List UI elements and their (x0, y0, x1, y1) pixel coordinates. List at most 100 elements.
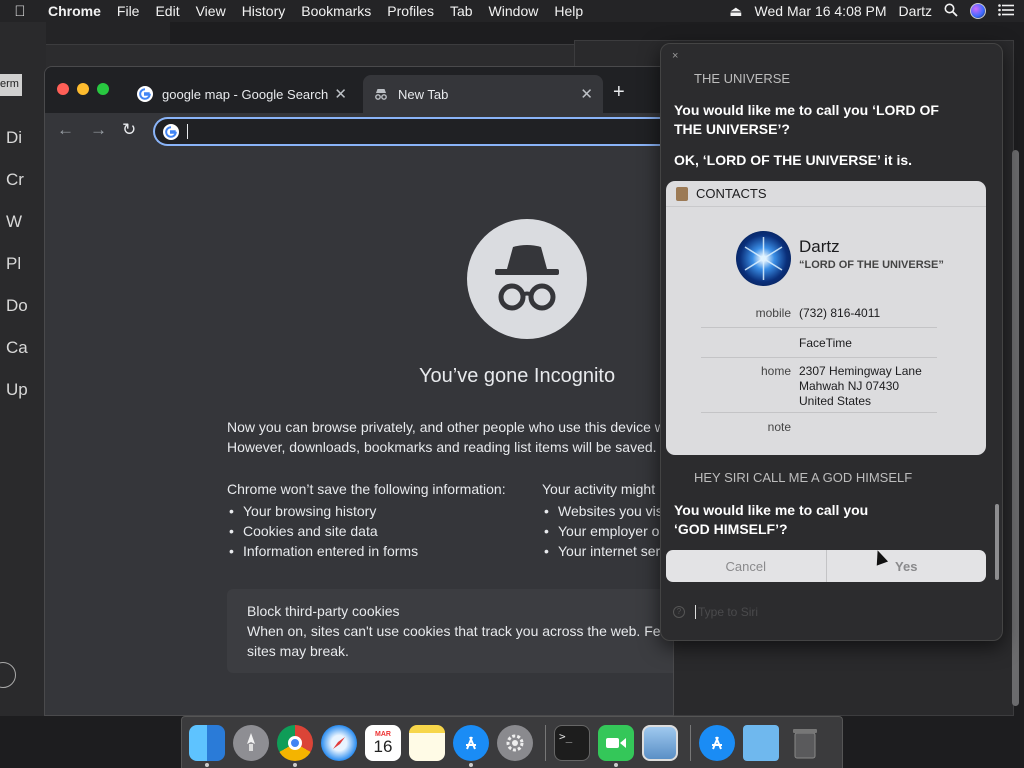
apple-menu-icon[interactable]:  (0, 3, 40, 20)
finder-icon[interactable] (189, 724, 225, 767)
siri-menu-icon[interactable] (970, 3, 986, 19)
close-siri-icon[interactable]: × (672, 50, 678, 62)
background-app-sidebar: erm Di Cr W Pl Do Ca Up (0, 22, 46, 716)
app-store-icon[interactable] (699, 724, 735, 761)
dock-separator (545, 724, 546, 761)
user-name[interactable]: Dartz (899, 3, 932, 19)
help-icon[interactable]: ? (673, 606, 685, 618)
address-line[interactable]: 2307 Hemingway Lane (799, 364, 922, 379)
menu-tab[interactable]: Tab (442, 3, 481, 19)
menu-file[interactable]: File (109, 3, 148, 19)
menu-edit[interactable]: Edit (147, 3, 187, 19)
siri-scrollbar[interactable] (995, 504, 999, 580)
circle-button-icon[interactable] (0, 662, 16, 688)
window-controls (57, 83, 109, 95)
tab-google-search[interactable]: google map - Google Search ✕ (127, 75, 357, 113)
reload-icon[interactable]: ↻ (122, 120, 136, 140)
zoom-window-icon[interactable] (97, 83, 109, 95)
sidebar-item[interactable]: Pl (6, 254, 21, 274)
tab-strip: google map - Google Search ✕ New Tab ✕ + (45, 67, 673, 113)
siri-text-input[interactable]: ? Type to Siri (673, 602, 973, 622)
list-item: Your browsing history (227, 501, 506, 521)
cookies-description: When on, sites can't use cookies that tr… (247, 623, 669, 639)
address-bar-input[interactable] (153, 117, 673, 146)
contact-card[interactable]: CONTACTS Dartz “LORD OF THE UNIVERSE” mo… (666, 181, 986, 455)
page-title: You’ve gone Incognito (419, 365, 616, 387)
text-caret (187, 124, 188, 139)
address-line[interactable]: Mahwah NJ 07430 (799, 379, 899, 394)
list-item: Cookies and site data (227, 521, 506, 541)
terminal-icon[interactable]: >_ (554, 724, 590, 761)
siri-response: ‘GOD HIMSELF’? (674, 521, 788, 537)
chrome-center-icon (288, 735, 302, 750)
incognito-favicon-icon (375, 89, 387, 100)
cancel-button[interactable]: Cancel (666, 550, 827, 582)
facetime-icon[interactable] (598, 724, 634, 767)
clock[interactable]: Wed Mar 16 4:08 PM (755, 3, 887, 19)
launchpad-icon[interactable] (233, 724, 269, 761)
sidebar-item[interactable]: Ca (6, 338, 28, 358)
menu-view[interactable]: View (188, 3, 234, 19)
browser-toolbar: ← → ↻ (45, 113, 673, 149)
calendar-day: 16 (373, 736, 393, 756)
contact-card-header: CONTACTS (666, 181, 986, 207)
preview-icon[interactable] (642, 724, 678, 761)
minimize-window-icon[interactable] (77, 83, 89, 95)
address-line[interactable]: United States (799, 394, 871, 409)
spotlight-search-icon[interactable] (944, 3, 958, 20)
intro-text: Now you can browse privately, and other … (227, 419, 665, 435)
trash-icon[interactable] (787, 725, 823, 761)
sidebar-item[interactable]: Cr (6, 170, 24, 190)
list-item: Websites you vis (542, 501, 664, 521)
app-store-icon[interactable] (453, 724, 489, 767)
siri-response: You would like me to call you ‘LORD OF (674, 102, 939, 118)
chrome-icon[interactable] (277, 724, 313, 767)
divider (701, 357, 937, 358)
facetime-link[interactable]: FaceTime (799, 336, 852, 351)
terminal-prompt: >_ (559, 729, 573, 743)
field-label: home (760, 364, 791, 378)
avatar (736, 231, 791, 286)
close-tab-icon[interactable]: ✕ (334, 85, 347, 103)
sidebar-item[interactable]: Di (6, 128, 22, 148)
window-scrollbar[interactable] (1012, 150, 1019, 706)
list-item: Your internet ser (542, 541, 664, 561)
phone-number-link[interactable]: (732) 816-4011 (799, 306, 880, 321)
system-preferences-icon[interactable] (497, 724, 533, 761)
close-tab-icon[interactable]: ✕ (580, 85, 593, 103)
yes-button[interactable]: Yes (827, 550, 987, 582)
text-caret (695, 605, 696, 619)
eject-icon[interactable]: ⏏ (729, 3, 742, 20)
downloads-folder-icon[interactable] (743, 724, 779, 761)
close-window-icon[interactable] (57, 83, 69, 95)
menu-help[interactable]: Help (546, 3, 591, 19)
divider (701, 412, 937, 413)
third-party-cookies-card: Block third-party cookies When on, sites… (227, 589, 673, 673)
chrome-window: google map - Google Search ✕ New Tab ✕ +… (44, 66, 674, 716)
tab-new-tab[interactable]: New Tab ✕ (363, 75, 603, 113)
sidebar-item[interactable]: Do (6, 296, 28, 316)
calendar-icon[interactable]: MAR 16 (365, 724, 401, 761)
menu-app-name[interactable]: Chrome (40, 3, 109, 19)
list-item: Your employer or (542, 521, 664, 541)
list-item: Information entered in forms (227, 541, 506, 561)
safari-icon[interactable] (321, 724, 357, 761)
running-indicator (469, 762, 473, 767)
menu-bookmarks[interactable]: Bookmarks (293, 3, 379, 19)
notes-icon[interactable] (409, 724, 445, 761)
notification-center-icon[interactable] (998, 3, 1014, 19)
menu-history[interactable]: History (234, 3, 294, 19)
forward-icon[interactable]: → (90, 120, 107, 140)
divider (701, 327, 937, 328)
menu-profiles[interactable]: Profiles (379, 3, 442, 19)
sidebar-item[interactable]: Up (6, 380, 28, 400)
sidebar-item[interactable]: W (6, 212, 22, 232)
menu-extras: ⏏ Wed Mar 16 4:08 PM Dartz (729, 0, 1014, 22)
siri-response: OK, ‘LORD OF THE UNIVERSE’ it is. (674, 152, 913, 168)
cookies-description: sites may break. (247, 643, 349, 659)
new-tab-button[interactable]: + (613, 81, 625, 104)
running-indicator (293, 762, 297, 767)
visible-activity-section: Your activity might Websites you vis You… (542, 481, 664, 561)
back-icon[interactable]: ← (57, 120, 74, 140)
menu-window[interactable]: Window (481, 3, 547, 19)
